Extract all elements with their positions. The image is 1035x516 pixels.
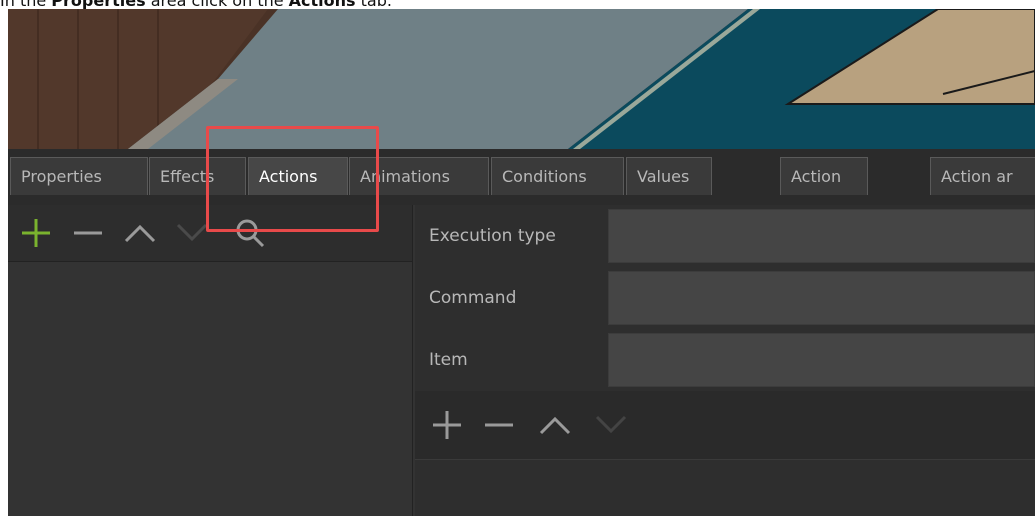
tab-label: Effects: [160, 167, 215, 186]
item-row: Item: [415, 329, 1035, 391]
scene-illustration: [8, 9, 1035, 149]
properties-area: Properties Effects Actions Animations Co…: [8, 149, 1035, 516]
execution-type-row: Execution type: [415, 205, 1035, 267]
action-items-toolbar: [415, 391, 1035, 460]
command-label: Command: [429, 288, 517, 308]
actions-list[interactable]: [8, 262, 412, 516]
tab-label: Action: [791, 167, 842, 186]
move-down-icon[interactable]: [593, 407, 629, 443]
tab-bar: Properties Effects Actions Animations Co…: [8, 149, 1035, 205]
move-up-icon[interactable]: [122, 215, 158, 251]
command-field[interactable]: [608, 271, 1035, 325]
execution-type-label: Execution type: [429, 226, 556, 246]
tab-animations[interactable]: Animations: [349, 157, 489, 195]
add-icon[interactable]: [429, 407, 465, 443]
tab-actions[interactable]: Actions: [248, 157, 348, 195]
instruction-text: In the Properties area click on the Acti…: [0, 0, 392, 9]
tab-label: Conditions: [502, 167, 587, 186]
remove-icon[interactable]: [70, 215, 106, 251]
add-icon[interactable]: [18, 215, 54, 251]
action-properties-panel: Execution type Command Item: [415, 205, 1035, 516]
item-field[interactable]: [608, 333, 1035, 387]
actions-toolbar: [8, 205, 412, 262]
remove-icon[interactable]: [481, 407, 517, 443]
tab-label: Properties: [21, 167, 102, 186]
tab-properties[interactable]: Properties: [10, 157, 148, 195]
tab-values[interactable]: Values: [626, 157, 712, 195]
tab-conditions[interactable]: Conditions: [491, 157, 624, 195]
move-up-icon[interactable]: [537, 407, 573, 443]
tab-label: Action ar: [941, 167, 1013, 186]
actions-list-panel: [8, 205, 413, 516]
item-label: Item: [429, 350, 468, 370]
tab-effects[interactable]: Effects: [149, 157, 246, 195]
execution-type-field[interactable]: [608, 209, 1035, 263]
search-icon[interactable]: [232, 215, 268, 251]
command-row: Command: [415, 267, 1035, 329]
move-down-icon[interactable]: [174, 215, 210, 251]
tab-action[interactable]: Action: [780, 157, 868, 195]
tab-action-area[interactable]: Action ar: [930, 157, 1035, 195]
tab-label: Animations: [360, 167, 450, 186]
scene-viewport[interactable]: [8, 9, 1035, 149]
action-items-list[interactable]: [415, 460, 1035, 516]
tab-label: Actions: [259, 167, 318, 186]
tab-label: Values: [637, 167, 690, 186]
